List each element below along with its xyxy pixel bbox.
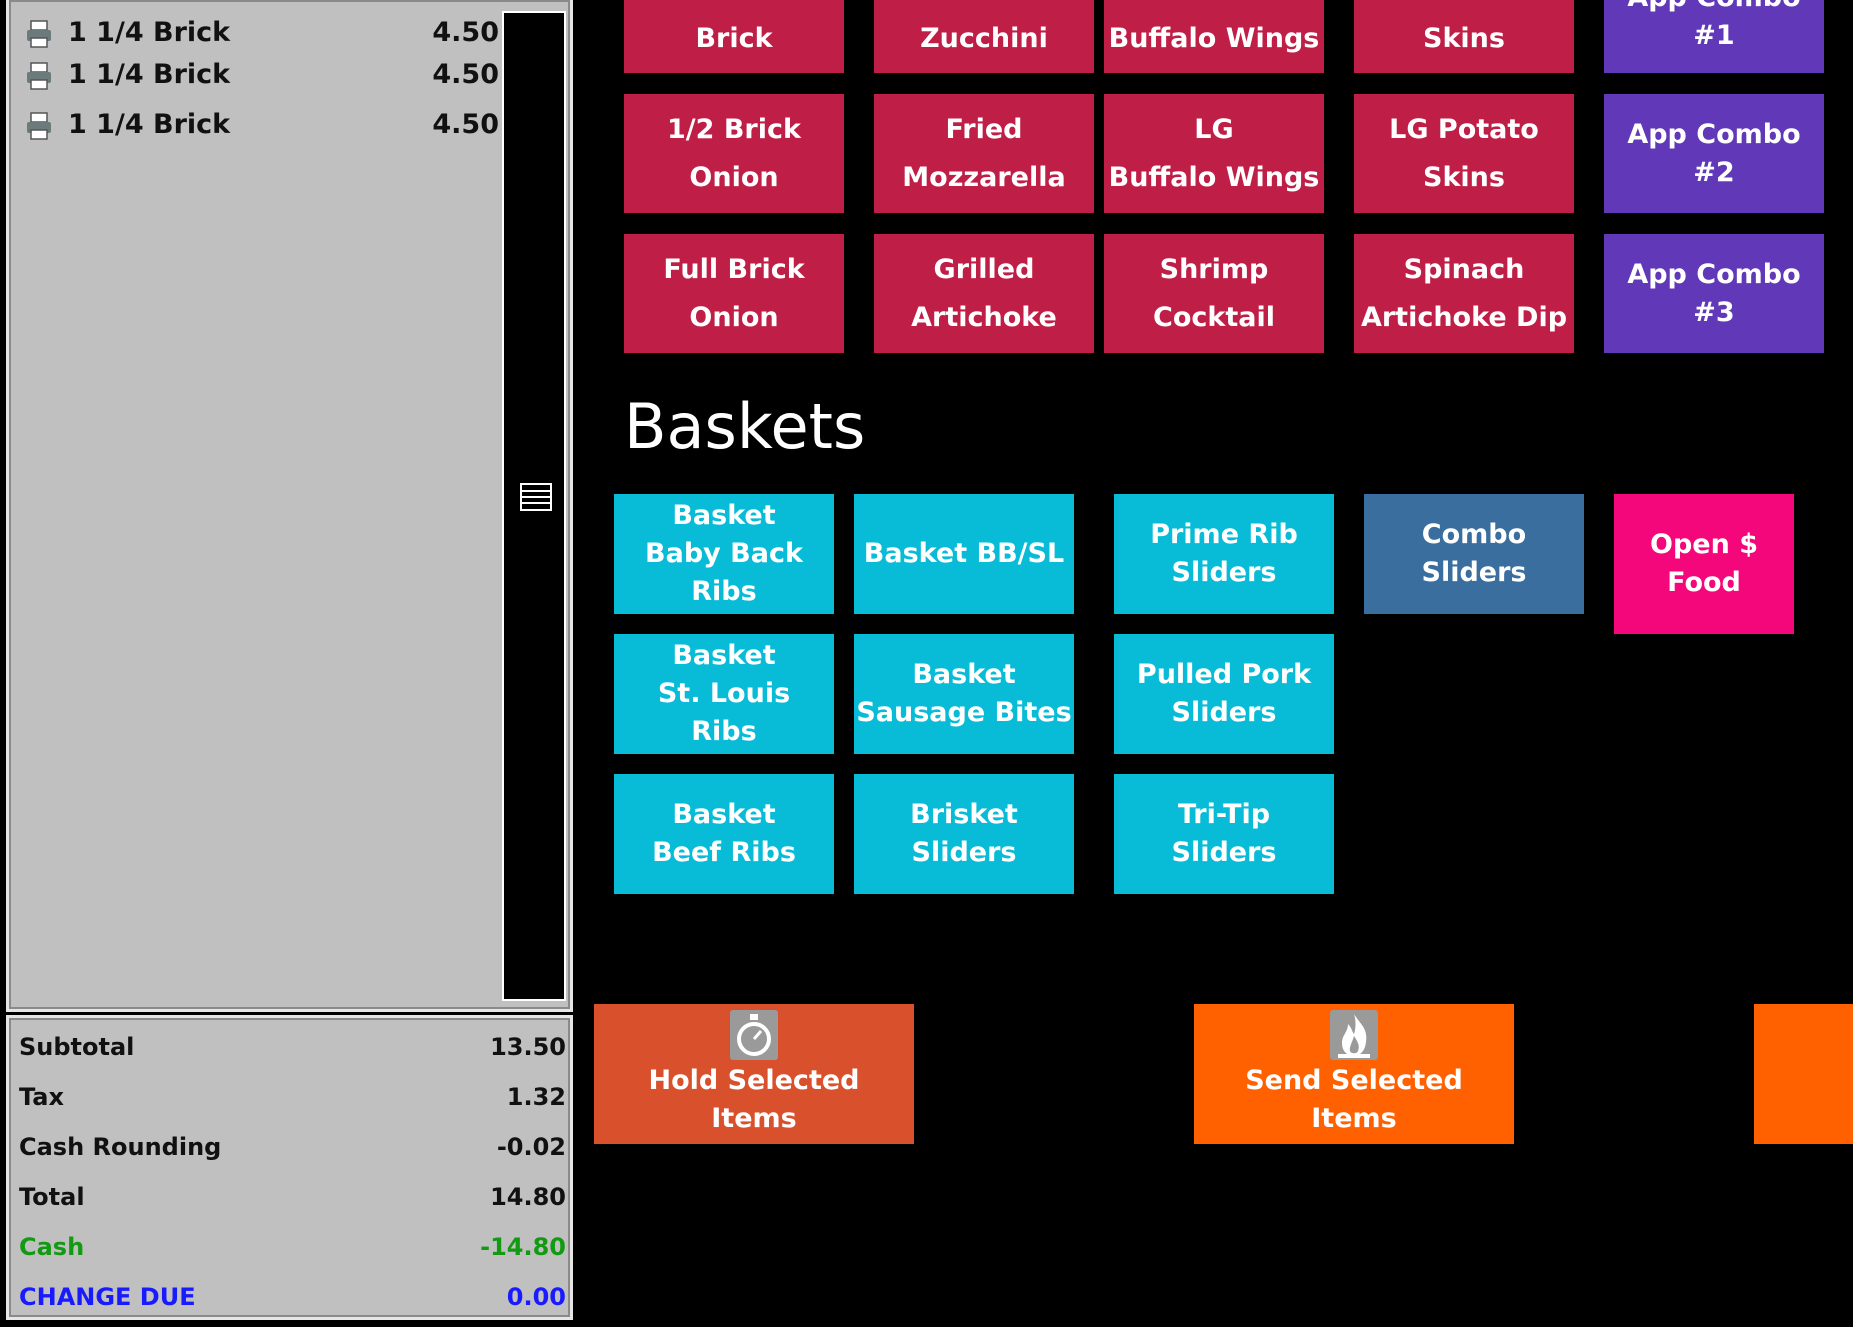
cash-rounding-row: Cash Rounding -0.02 [19,1122,566,1172]
menu-button-basket-beef-ribs[interactable]: Basket Beef Ribs [614,774,834,894]
menu-button-spinach-artichoke-dip[interactable]: Spinach Artichoke Dip [1354,234,1574,353]
menu-button-basket-bb-sl[interactable]: Basket BB/SL [854,494,1074,614]
totals-panel: Subtotal 13.50 Tax 1.32 Cash Rounding -0… [6,1015,573,1320]
menu-button-half-brick-onion[interactable]: 1/2 Brick Onion [624,94,844,213]
menu-button-app-combo-2[interactable]: App Combo #2 [1604,94,1824,213]
menu-button-brisket-sliders[interactable]: Brisket Sliders [854,774,1074,894]
order-item[interactable]: 1 1/4 Brick 4.50 [15,100,499,150]
total-value: 14.80 [490,1183,566,1211]
menu-button-shrimp-cocktail[interactable]: Shrimp Cocktail [1104,234,1324,353]
menu-button-open-food[interactable]: Open $ Food [1614,494,1794,634]
order-list: 1 1/4 Brick 4.50 1 1/4 Brick 4.50 1 1/4 … [15,0,499,1004]
order-item-price: 4.50 [432,109,499,140]
change-due-row: CHANGE DUE 0.00 [19,1272,566,1322]
menu-button-full-brick-onion[interactable]: Full Brick Onion [624,234,844,353]
menu-button-fried-mozzarella[interactable]: Fried Mozzarella [874,94,1094,213]
menu-button-buffalo-wings[interactable]: Buffalo Wings [1104,0,1324,73]
stopwatch-icon [730,1010,778,1060]
hold-selected-items-label: Hold Selected Items [648,1065,860,1134]
menu-button-basket-baby-back-ribs[interactable]: Basket Baby Back Ribs [614,494,834,614]
menu-button-grilled-artichoke[interactable]: Grilled Artichoke [874,234,1094,353]
fire-icon [1330,1010,1378,1060]
menu-button-app-combo-3[interactable]: App Combo #3 [1604,234,1824,353]
order-panel: 1 1/4 Brick 4.50 1 1/4 Brick 4.50 1 1/4 … [6,0,573,1012]
send-selected-items-label: Send Selected Items [1245,1065,1463,1134]
subtotal-value: 13.50 [490,1033,566,1061]
cash-label: Cash [19,1233,85,1261]
tax-value: 1.32 [506,1083,566,1111]
order-item[interactable]: 1 1/4 Brick 4.50 [15,50,499,100]
menu-button-brick[interactable]: Brick [624,0,844,73]
menu-button-tri-tip-sliders[interactable]: Tri-Tip Sliders [1114,774,1334,894]
menu-button-lg-buffalo-wings[interactable]: LG Buffalo Wings [1104,94,1324,213]
menu-button-combo-sliders[interactable]: Combo Sliders [1364,494,1584,614]
menu-button-app-combo-1[interactable]: App Combo #1 [1604,0,1824,73]
cash-value: -14.80 [480,1233,566,1261]
printer-icon [27,62,51,90]
scroll-grip-icon[interactable] [520,483,552,511]
order-scrollbar[interactable] [502,11,566,1001]
hold-selected-items-button[interactable]: Hold Selected Items [594,1004,914,1144]
total-row: Total 14.80 [19,1172,566,1222]
order-item-name: 1 1/4 Brick [68,109,231,140]
tax-row: Tax 1.32 [19,1072,566,1122]
cash-rounding-value: -0.02 [496,1133,566,1161]
menu-button-prime-rib-sliders[interactable]: Prime Rib Sliders [1114,494,1334,614]
menu-button-basket-sausage-bites[interactable]: Basket Sausage Bites [854,634,1074,754]
send-selected-items-button[interactable]: Send Selected Items [1194,1004,1514,1144]
menu-button-pulled-pork-sliders[interactable]: Pulled Pork Sliders [1114,634,1334,754]
cash-row: Cash -14.80 [19,1222,566,1272]
order-item-name: 1 1/4 Brick [68,59,231,90]
tax-label: Tax [19,1083,64,1111]
change-due-value: 0.00 [506,1283,566,1311]
section-title-baskets: Baskets [624,390,866,463]
change-due-label: CHANGE DUE [19,1283,196,1311]
printer-icon [27,112,51,140]
menu-button-lg-potato-skins[interactable]: LG Potato Skins [1354,94,1574,213]
subtotal-label: Subtotal [19,1033,135,1061]
cash-rounding-label: Cash Rounding [19,1133,222,1161]
menu-button-zucchini[interactable]: Zucchini [874,0,1094,73]
printer-icon [27,20,51,48]
menu-button-basket-st-louis-ribs[interactable]: Basket St. Louis Ribs [614,634,834,754]
partial-action-button[interactable] [1754,1004,1853,1144]
total-label: Total [19,1183,85,1211]
order-item-price: 4.50 [432,59,499,90]
subtotal-row: Subtotal 13.50 [19,1022,566,1072]
menu-button-skins[interactable]: Skins [1354,0,1574,73]
